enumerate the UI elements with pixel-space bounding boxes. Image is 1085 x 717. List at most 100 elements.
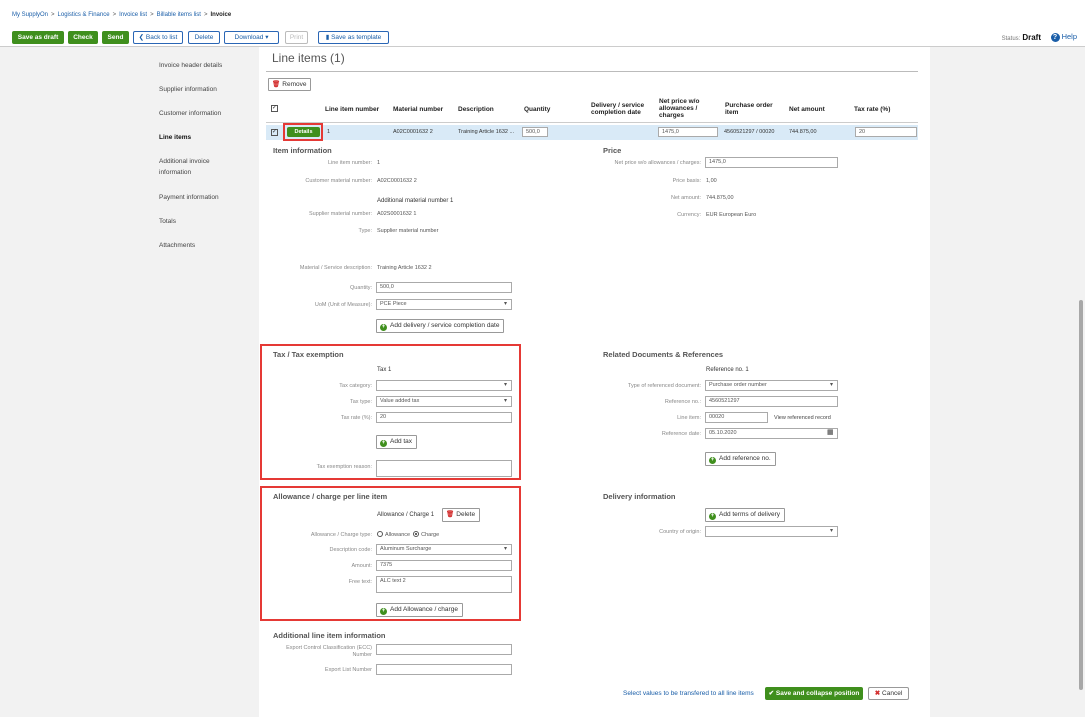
- tax-category-label: Tax category:: [339, 383, 372, 389]
- remove-label: Remove: [282, 81, 307, 88]
- breadcrumb-my-supplyon[interactable]: My SupplyOn: [12, 12, 48, 18]
- save-as-draft-button[interactable]: Save as draft: [12, 31, 64, 44]
- amount-input[interactable]: 7375: [376, 560, 512, 571]
- calendar-icon[interactable]: ▦: [827, 428, 834, 436]
- row-net-amount: 744.875,00: [789, 129, 817, 135]
- back-to-list-button[interactable]: ❮ Back to list: [133, 31, 183, 44]
- col-po-item: Purchase order item: [725, 102, 773, 116]
- scrollbar-thumb[interactable]: [1079, 300, 1083, 690]
- help-link[interactable]: ? Help: [1050, 32, 1077, 42]
- status-label: Status:: [1001, 36, 1021, 42]
- export-list-input[interactable]: [376, 664, 512, 675]
- table-row[interactable]: [266, 125, 918, 140]
- line-item-input[interactable]: 00020: [705, 412, 768, 423]
- breadcrumb-separator: >: [51, 12, 55, 18]
- uom-select[interactable]: PCE Piece: [376, 299, 512, 310]
- reference-no-label: Reference no.:: [664, 399, 701, 405]
- add-reference-button[interactable]: + Add reference no.: [705, 452, 776, 466]
- sidebar-item-header-details[interactable]: Invoice header details: [159, 60, 249, 71]
- title-divider: [266, 71, 918, 72]
- tax-rate-input[interactable]: 20: [376, 412, 512, 423]
- plus-icon: +: [709, 457, 716, 464]
- free-text-input[interactable]: ALC text 2: [376, 576, 512, 593]
- quantity-input[interactable]: 500,0: [376, 282, 512, 293]
- view-record-link[interactable]: View referenced record: [774, 415, 831, 421]
- tax-category-select[interactable]: [376, 380, 512, 391]
- amount-label: Amount:: [351, 563, 372, 569]
- col-delivery-date: Delivery / service completion date: [591, 102, 645, 116]
- cancel-button[interactable]: ✖ Cancel: [868, 687, 909, 700]
- add-delivery-date-button[interactable]: + Add delivery / service completion date: [376, 319, 505, 333]
- tax-type-select[interactable]: Value added tax: [376, 396, 512, 407]
- breadcrumb-invoice-list[interactable]: Invoice list: [119, 12, 147, 18]
- download-label: Download: [234, 34, 264, 41]
- add-terms-button[interactable]: + Add terms of delivery: [705, 508, 786, 522]
- plus-icon: +: [709, 513, 716, 520]
- check-button[interactable]: Check: [68, 31, 98, 44]
- description-code-select[interactable]: Aluminum Surcharge: [376, 544, 512, 555]
- breadcrumb-separator: >: [203, 12, 208, 18]
- eccn-input[interactable]: [376, 644, 512, 655]
- sidebar-item-customer[interactable]: Customer information: [159, 108, 249, 119]
- charge-radio[interactable]: [413, 531, 420, 537]
- supplier-material-value: A02S0001632 1: [377, 211, 417, 217]
- row-tax-rate-input[interactable]: 20: [855, 127, 917, 137]
- breadcrumb-billable[interactable]: Billable items list: [157, 12, 201, 18]
- reference-no-input[interactable]: 4560521297: [705, 396, 838, 407]
- sidebar-item-supplier[interactable]: Supplier information: [159, 84, 249, 95]
- caret-down-icon: ▾: [263, 34, 269, 41]
- row-quantity-input[interactable]: 500,0: [522, 127, 548, 137]
- customer-material-value: A02C0001632 2: [377, 178, 417, 184]
- save-as-template-button[interactable]: ▮ Save as template: [318, 31, 389, 44]
- type-value: Supplier material number: [377, 228, 439, 234]
- net-price-input[interactable]: 1475,0: [705, 157, 838, 168]
- plus-icon: +: [380, 440, 387, 447]
- download-button[interactable]: Download ▾: [224, 31, 279, 44]
- row-line-number: 1: [327, 129, 331, 135]
- close-icon: ✖: [874, 690, 883, 697]
- add-tax-button[interactable]: + Add tax: [376, 435, 418, 449]
- transfer-values-link[interactable]: Select values to be transfered to all li…: [623, 690, 754, 697]
- additional-material-title: Additional material number 1: [377, 198, 454, 204]
- save-and-collapse-button[interactable]: ✔ Save and collapse position: [765, 687, 863, 700]
- tax-sub-title: Tax 1: [377, 367, 392, 373]
- add-allowance-button[interactable]: + Add Allowance / charge: [376, 603, 463, 617]
- allowance-radio[interactable]: [377, 531, 383, 537]
- row-net-price-input[interactable]: 1475,0: [658, 127, 718, 137]
- tax-exemption-input[interactable]: [376, 460, 512, 477]
- supplier-material-label: Supplier material number:: [309, 211, 372, 217]
- send-button[interactable]: Send: [102, 31, 129, 44]
- save-template-label: Save as template: [331, 34, 382, 41]
- print-button[interactable]: Print: [285, 31, 308, 44]
- line-item-label: Line item:: [677, 415, 701, 421]
- sidebar-item-attachments[interactable]: Attachments: [159, 240, 249, 251]
- line-item-number-label: Line item number:: [327, 160, 372, 166]
- description-value: Training Article 1632 2: [377, 265, 432, 271]
- reference-sub-title: Reference no. 1: [706, 367, 749, 373]
- allowance-option-label: Allowance: [385, 532, 411, 538]
- row-checkbox[interactable]: ✓: [271, 129, 278, 136]
- reference-date-input[interactable]: 05.10.2020: [705, 428, 838, 439]
- add-delivery-label: Add delivery / service completion date: [390, 322, 500, 329]
- doc-type-select[interactable]: Purchase order number: [705, 380, 838, 391]
- plus-icon: +: [380, 324, 387, 331]
- tax-rate-label: Tax rate (%):: [340, 415, 372, 421]
- delete-button[interactable]: Delete: [188, 31, 220, 44]
- sidebar-item-line-items[interactable]: Line items: [159, 132, 249, 143]
- allowance-delete-button[interactable]: 🗑 Delete: [442, 508, 481, 522]
- breadcrumb-logistics[interactable]: Logistics & Finance: [58, 12, 110, 18]
- remove-button[interactable]: 🗑 Remove: [268, 78, 312, 91]
- delivery-information-title: Delivery information: [603, 492, 676, 501]
- sidebar-item-payment[interactable]: Payment information: [159, 192, 249, 203]
- help-label: Help: [1061, 32, 1077, 41]
- type-label: Type:: [358, 228, 372, 234]
- country-select[interactable]: [705, 526, 838, 537]
- select-all-checkbox[interactable]: ✓: [271, 105, 278, 112]
- sidebar-item-totals[interactable]: Totals: [159, 216, 249, 227]
- row-material: A02C0001632 2: [393, 129, 433, 135]
- line-item-number-value: 1: [377, 160, 381, 166]
- col-net-amount: Net amount: [789, 106, 825, 113]
- details-button[interactable]: Details: [287, 127, 320, 137]
- status-indicator: Status: Draft: [1002, 33, 1041, 42]
- sidebar-item-additional[interactable]: Additional invoice information: [159, 156, 234, 178]
